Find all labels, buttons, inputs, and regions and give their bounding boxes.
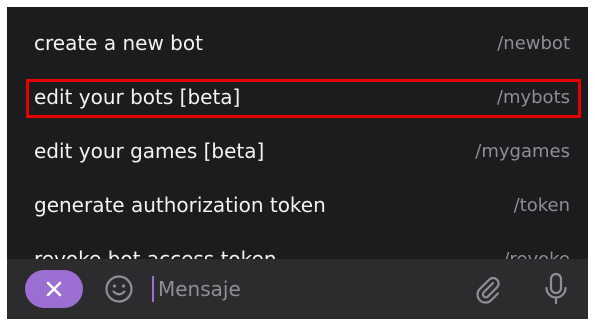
- smiley-icon: [105, 275, 133, 303]
- command-item-token[interactable]: generate authorization token /token: [7, 178, 588, 232]
- command-name: /revoke: [503, 248, 570, 260]
- microphone-icon: [545, 272, 567, 305]
- command-description: edit your games [beta]: [34, 139, 265, 163]
- message-composer: [7, 259, 588, 319]
- microphone-button[interactable]: [541, 271, 571, 307]
- command-name: /token: [513, 194, 570, 216]
- attach-button[interactable]: [471, 273, 503, 305]
- emoji-button[interactable]: [103, 273, 135, 305]
- message-field: [152, 271, 452, 307]
- command-item-newbot[interactable]: create a new bot /newbot: [7, 16, 588, 70]
- bot-command-list: create a new bot /newbot edit your bots …: [7, 7, 588, 259]
- paperclip-icon: [476, 276, 500, 304]
- command-description: generate authorization token: [34, 193, 326, 217]
- message-input[interactable]: [158, 277, 438, 301]
- command-item-mybots[interactable]: edit your bots [beta] /mybots: [7, 70, 588, 124]
- command-item-mygames[interactable]: edit your games [beta] /mygames: [7, 124, 588, 178]
- command-description: create a new bot: [34, 31, 203, 55]
- command-item-revoke[interactable]: revoke bot access token /revoke: [7, 232, 588, 259]
- close-button[interactable]: [25, 270, 83, 308]
- command-name: /mybots: [496, 86, 570, 108]
- command-name: /mygames: [475, 140, 570, 162]
- command-description: edit your bots [beta]: [34, 85, 241, 109]
- telegram-chat-window: create a new bot /newbot edit your bots …: [7, 7, 588, 319]
- command-description: revoke bot access token: [34, 247, 277, 259]
- command-name: /newbot: [497, 32, 570, 54]
- close-icon: [46, 281, 62, 297]
- text-cursor: [152, 276, 154, 302]
